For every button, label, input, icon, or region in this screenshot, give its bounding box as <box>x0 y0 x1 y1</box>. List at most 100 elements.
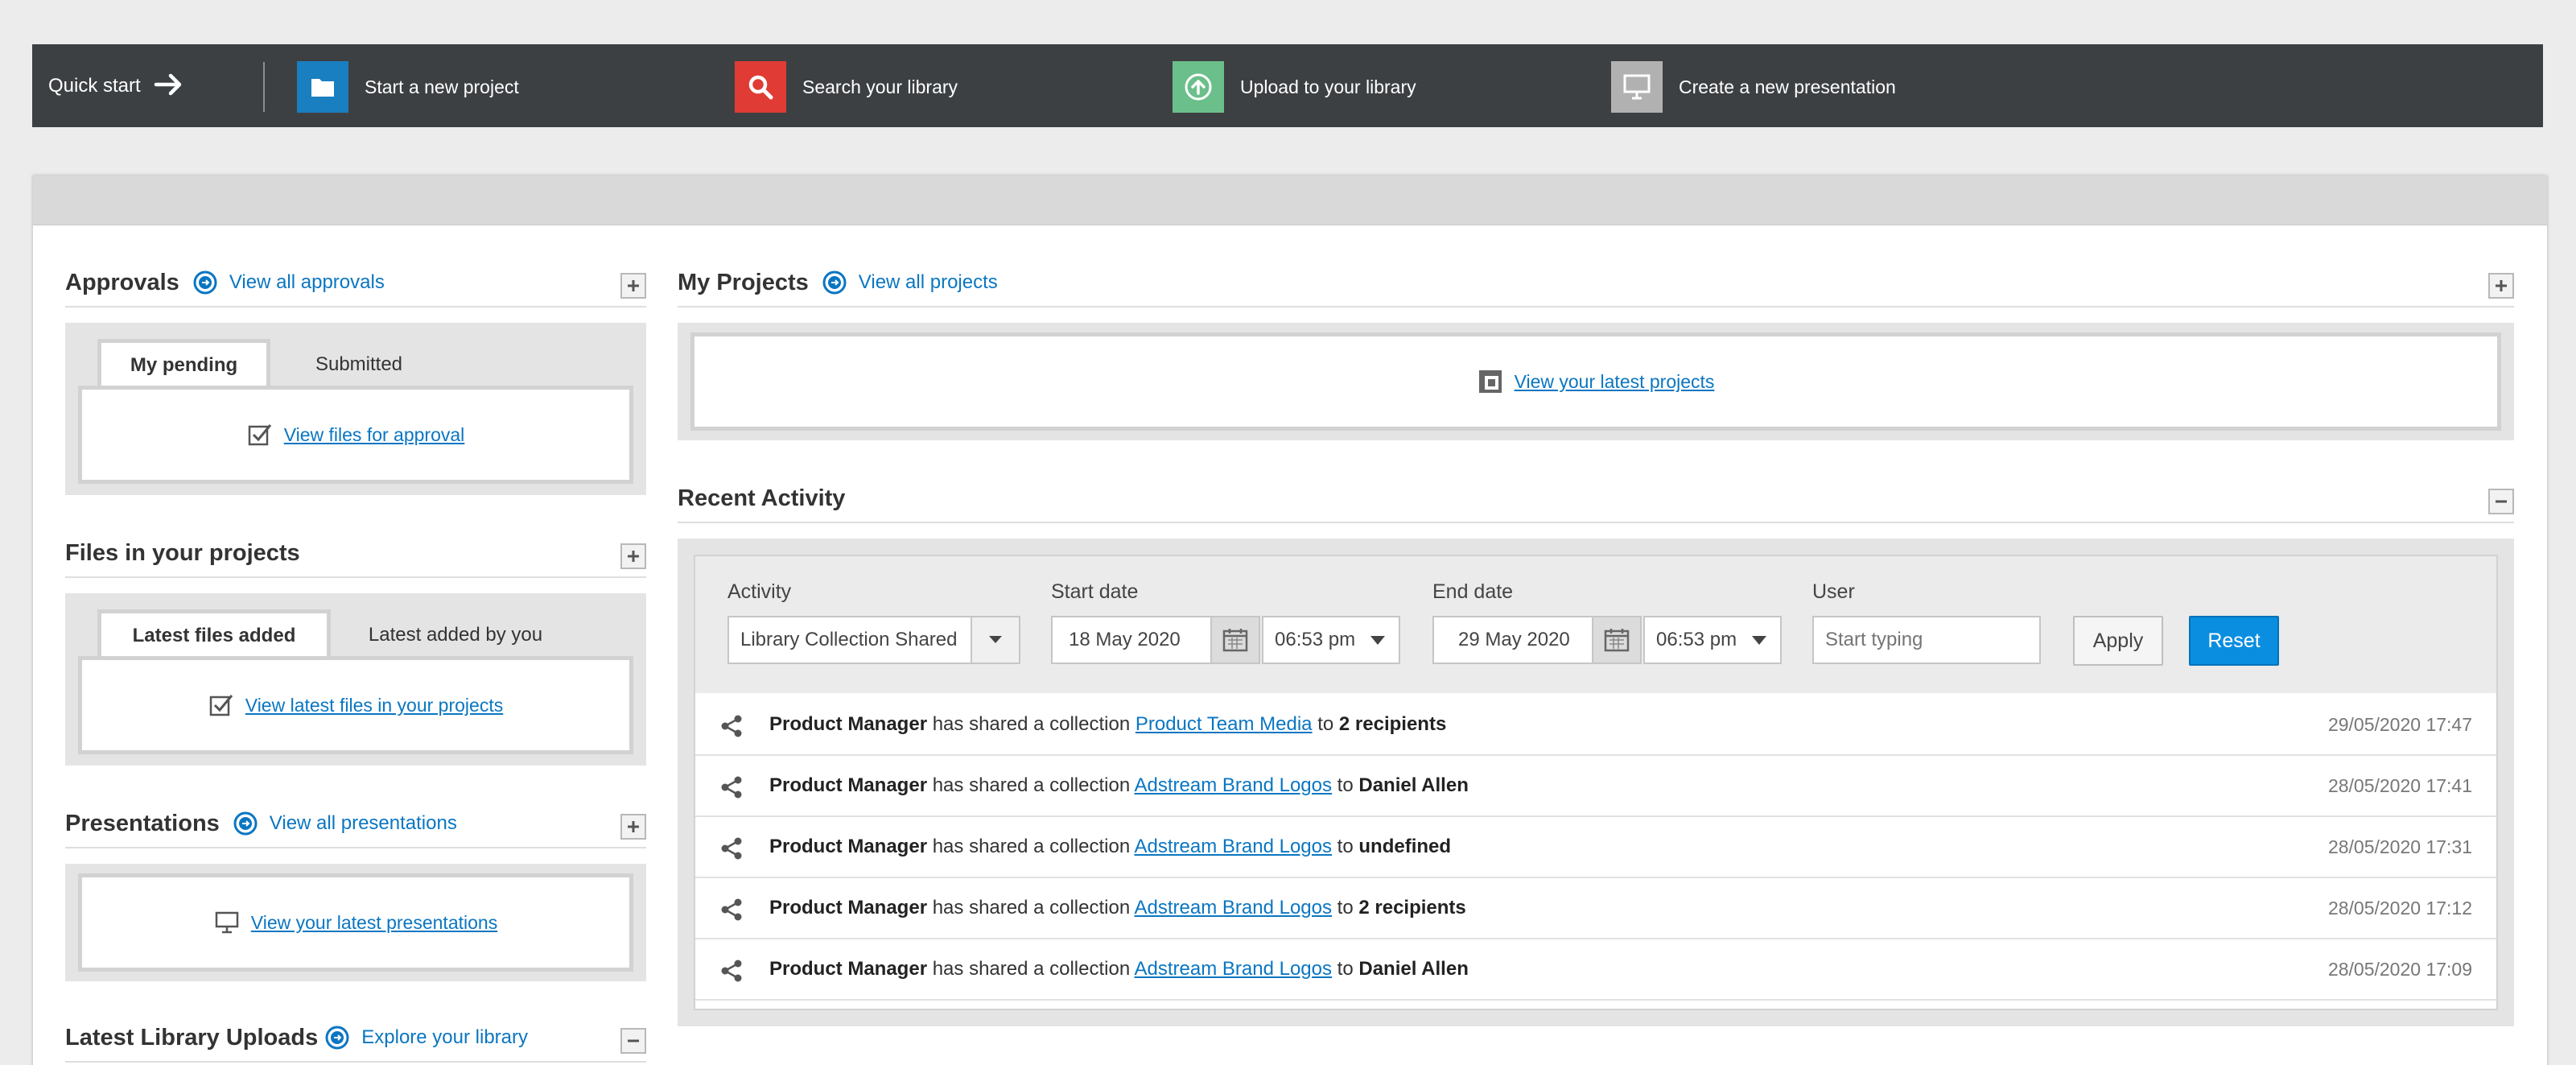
end-date-input[interactable]: 29 May 2020 <box>1432 616 1642 664</box>
activity-action: has shared a collection <box>927 713 1136 735</box>
tab-submitted[interactable]: Submitted <box>274 341 443 389</box>
approvals-well: My pending Submitted View files for appr… <box>65 323 646 495</box>
minus-icon <box>628 1039 639 1042</box>
user-label: User <box>1812 580 1855 603</box>
my-projects-header: My Projects View all projects <box>678 259 2514 308</box>
view-all-presentations-label: View all presentations <box>269 812 457 834</box>
activity-type-select[interactable]: Library Collection Shared <box>727 616 1020 664</box>
files-in-projects-title: Files in your projects <box>65 539 300 566</box>
start-date-input[interactable]: 18 May 2020 <box>1051 616 1260 664</box>
recent-activity-content: Activity Library Collection Shared Start… <box>694 555 2498 1010</box>
chevron-down-icon <box>971 617 1019 663</box>
activity-timestamp: 28/05/2020 17:31 <box>2327 836 2472 857</box>
dashboard-panel: Approvals View all approvals My pending … <box>33 175 2547 1065</box>
activity-description: Product Manager has shared a collection … <box>769 958 1469 980</box>
view-latest-presentations-link[interactable]: View your latest presentations <box>251 912 497 934</box>
files-in-projects-expand-button[interactable] <box>620 543 646 569</box>
activity-row: Product Manager has shared a collection … <box>695 878 2496 939</box>
apply-button[interactable]: Apply <box>2073 616 2163 666</box>
start-new-project-label: Start a new project <box>365 76 519 97</box>
start-date-value: 18 May 2020 <box>1069 629 1181 650</box>
recent-activity-header: Recent Activity <box>678 475 2514 523</box>
activity-timestamp: 29/05/2020 17:47 <box>2327 713 2472 735</box>
search-library-label: Search your library <box>802 76 958 97</box>
end-time-value: 06:53 pm <box>1656 629 1737 650</box>
start-time-select[interactable]: 06:53 pm <box>1262 616 1400 664</box>
minus-icon <box>2496 500 2507 503</box>
view-latest-files-link[interactable]: View latest files in your projects <box>245 695 503 716</box>
tab-my-pending[interactable]: My pending <box>97 339 270 387</box>
upload-library-label: Upload to your library <box>1240 76 1416 97</box>
my-projects-expand-button[interactable] <box>2488 273 2514 299</box>
activity-description: Product Manager has shared a collection … <box>769 897 1466 919</box>
search-library-button[interactable]: Search your library <box>735 61 958 113</box>
quick-start-bar: Quick start Start a new project Search y… <box>32 44 2543 127</box>
plus-icon <box>628 551 639 562</box>
view-all-approvals-link[interactable]: View all approvals <box>192 270 385 295</box>
chevron-down-icon <box>1752 636 1766 645</box>
folder-icon <box>297 61 348 113</box>
activity-row: Product Manager has shared a collection … <box>695 756 2496 817</box>
explore-library-link[interactable]: Explore your library <box>324 1025 528 1051</box>
view-latest-projects-link[interactable]: View your latest projects <box>1515 371 1715 393</box>
library-uploads-header: Latest Library Uploads Explore your libr… <box>65 1014 646 1063</box>
arrow-circle-icon <box>193 270 217 295</box>
reset-button[interactable]: Reset <box>2189 616 2279 666</box>
activity-label: Activity <box>727 580 792 603</box>
presentations-title: Presentations <box>65 810 220 836</box>
activity-filter-bar: Activity Library Collection Shared Start… <box>695 556 2496 693</box>
share-icon <box>721 776 742 799</box>
view-all-projects-label: View all projects <box>858 271 998 293</box>
activity-actor: Product Manager <box>769 713 928 735</box>
activity-collection-link[interactable]: Adstream Brand Logos <box>1135 897 1332 918</box>
create-presentation-button[interactable]: Create a new presentation <box>1611 61 1896 113</box>
user-search-input[interactable] <box>1812 616 2041 664</box>
tab-latest-files-added-label: Latest files added <box>132 624 296 646</box>
my-projects-title: My Projects <box>678 269 809 295</box>
activity-to: to <box>1312 713 1339 735</box>
share-icon <box>721 837 742 860</box>
activity-collection-link[interactable]: Product Team Media <box>1136 713 1313 735</box>
approvals-expand-button[interactable] <box>620 273 646 299</box>
upload-library-button[interactable]: Upload to your library <box>1173 61 1416 113</box>
arrow-right-icon <box>154 73 182 96</box>
activity-collection-link[interactable]: Adstream Brand Logos <box>1135 836 1332 857</box>
view-files-for-approval-link[interactable]: View files for approval <box>284 424 465 446</box>
activity-target: undefined <box>1358 836 1452 857</box>
activity-target: 2 recipients <box>1358 897 1466 918</box>
view-all-presentations-link[interactable]: View all presentations <box>233 811 457 836</box>
view-all-projects-link[interactable]: View all projects <box>822 270 998 295</box>
activity-row: Product Manager has shared a collection … <box>695 817 2496 878</box>
files-in-projects-content: View latest files in your projects <box>78 656 633 754</box>
quick-start-title: Quick start <box>48 74 141 97</box>
presentation-icon <box>1611 61 1663 113</box>
recent-activity-title: Recent Activity <box>678 485 846 511</box>
activity-description: Product Manager has shared a collection … <box>769 774 1469 797</box>
plus-icon <box>628 821 639 832</box>
approvals-title: Approvals <box>65 269 179 295</box>
activity-collection-link[interactable]: Adstream Brand Logos <box>1135 774 1332 796</box>
activity-action: has shared a collection <box>927 774 1135 796</box>
my-projects-content: View your latest projects <box>690 332 2501 431</box>
activity-target: 2 recipients <box>1338 713 1447 735</box>
activity-to: to <box>1332 958 1359 980</box>
recent-activity-collapse-button[interactable] <box>2488 489 2514 514</box>
start-new-project-button[interactable]: Start a new project <box>297 61 519 113</box>
calendar-icon[interactable] <box>1592 617 1640 663</box>
plus-icon <box>628 280 639 291</box>
tab-latest-files-added[interactable]: Latest files added <box>97 609 331 658</box>
activity-collection-link[interactable]: Adstream Brand Logos <box>1135 958 1332 980</box>
end-time-select[interactable]: 06:53 pm <box>1643 616 1782 664</box>
calendar-icon[interactable] <box>1210 617 1259 663</box>
tab-latest-added-by-you[interactable]: Latest added by you <box>335 611 576 659</box>
project-icon <box>1478 370 1502 393</box>
panel-header <box>33 175 2547 225</box>
library-uploads-collapse-button[interactable] <box>620 1028 646 1054</box>
activity-actor: Product Manager <box>769 897 928 918</box>
checkbox-icon <box>248 424 271 446</box>
presentations-well: View your latest presentations <box>65 864 646 981</box>
arrow-circle-icon <box>822 270 847 295</box>
activity-to: to <box>1332 897 1359 918</box>
tab-latest-added-by-you-label: Latest added by you <box>368 624 543 646</box>
presentations-expand-button[interactable] <box>620 814 646 840</box>
